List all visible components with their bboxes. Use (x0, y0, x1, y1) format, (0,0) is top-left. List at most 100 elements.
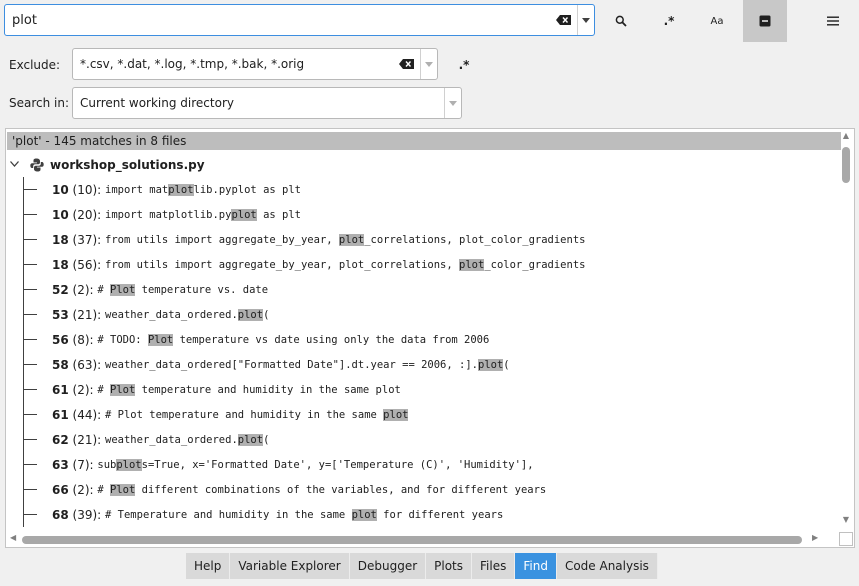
file-name: workshop_solutions.py (50, 158, 205, 172)
match-line-number: 18 (52, 232, 69, 247)
match-line-number: 68 (52, 507, 69, 522)
match-line-number: 10 (52, 182, 69, 197)
tab-find[interactable]: Find (515, 553, 557, 579)
chevron-down-icon[interactable] (10, 160, 24, 170)
match-code: weather_data_ordered.plot( (105, 308, 270, 321)
search-input[interactable]: plot (4, 4, 595, 36)
match-line-number: 56 (52, 332, 69, 347)
hamburger-menu-icon (827, 16, 839, 26)
match-code: weather_data_ordered["Formatted Date"].d… (105, 358, 510, 371)
search-button[interactable] (599, 0, 643, 42)
tree-branch (23, 389, 37, 390)
match-line-number: 52 (52, 282, 69, 297)
tab-variable-explorer[interactable]: Variable Explorer (230, 553, 350, 579)
match-code: from utils import aggregate_by_year, plo… (105, 233, 586, 246)
match-code: # TODO: Plot temperature vs date using o… (97, 333, 490, 346)
match-column: (56): (68, 257, 106, 272)
results-tree[interactable]: 'plot' - 145 matches in 8 files workshop… (5, 128, 855, 548)
match-code: from utils import aggregate_by_year, plo… (105, 258, 586, 271)
match-row[interactable]: 62 (21): weather_data_ordered.plot( (23, 427, 269, 452)
match-code: weather_data_ordered.plot( (105, 433, 270, 446)
scroll-down-arrow-icon[interactable]: ▼ (838, 515, 854, 524)
exclude-dropdown[interactable] (420, 49, 437, 79)
vertical-scroll-thumb[interactable] (842, 147, 850, 183)
match-line-number: 58 (52, 357, 69, 372)
tab-files[interactable]: Files (472, 553, 516, 579)
tab-code-analysis[interactable]: Code Analysis (556, 553, 658, 579)
tab-debugger[interactable]: Debugger (349, 553, 427, 579)
match-row[interactable]: 63 (7): subplots=True, x='Formatted Date… (23, 452, 534, 477)
search-history-dropdown[interactable] (577, 5, 594, 35)
match-line-number: 62 (52, 432, 69, 447)
match-row[interactable]: 18 (37): from utils import aggregate_by_… (23, 227, 585, 252)
match-row[interactable]: 53 (21): weather_data_ordered.plot( (23, 302, 269, 327)
match-row[interactable]: 18 (56): from utils import aggregate_by_… (23, 252, 585, 277)
match-line-number: 53 (52, 307, 69, 322)
match-column: (20): (68, 207, 106, 222)
match-row[interactable]: 56 (8): # TODO: Plot temperature vs date… (23, 327, 489, 352)
match-row[interactable]: 58 (63): weather_data_ordered["Formatted… (23, 352, 510, 377)
match-highlight: plot (231, 208, 257, 221)
scroll-right-arrow-icon[interactable]: ▶ (812, 533, 818, 542)
match-highlight: Plot (147, 333, 174, 346)
match-line-number: 10 (52, 207, 69, 222)
match-row[interactable]: 61 (44): # Plot temperature and humidity… (23, 402, 409, 427)
pane-tabs: Help Variable Explorer Debugger Plots Files F… (186, 553, 658, 579)
search-in-select[interactable]: Current working directory (72, 87, 462, 119)
match-line-number: 61 (52, 407, 69, 422)
scroll-up-arrow-icon[interactable]: ▲ (838, 131, 854, 140)
match-row[interactable]: 52 (2): # Plot temperature vs. date (23, 277, 268, 302)
hide-options-button[interactable] (743, 0, 787, 42)
exclude-input[interactable]: *.csv, *.dat, *.log, *.tmp, *.bak, *.ori… (72, 48, 438, 80)
match-highlight: Plot (110, 383, 136, 396)
match-highlight: Plot (110, 283, 136, 296)
tree-branch (23, 314, 37, 315)
exclude-label: Exclude: (9, 58, 61, 72)
case-sensitive-icon: Aa (710, 15, 724, 27)
search-in-label: Search in: (9, 96, 70, 110)
exclude-input-value: *.csv, *.dat, *.log, *.tmp, *.bak, *.ori… (80, 57, 305, 71)
match-column: (2): (68, 282, 98, 297)
match-column: (2): (68, 482, 98, 497)
match-code: # Temperature and humidity in the same p… (105, 508, 504, 521)
scroll-left-arrow-icon[interactable]: ◀ (10, 533, 16, 542)
horizontal-scroll-thumb[interactable] (22, 536, 802, 544)
tree-branch (23, 464, 37, 465)
match-column: (2): (68, 382, 98, 397)
match-highlight: plot (116, 458, 142, 471)
regex-toggle-button[interactable]: .* (647, 0, 691, 42)
match-row[interactable]: 10 (20): import matplotlib.pyplot as plt (23, 202, 301, 227)
match-highlight: plot (383, 408, 409, 421)
results-summary: 'plot' - 145 matches in 8 files (7, 132, 841, 150)
match-column: (10): (68, 182, 106, 197)
match-row[interactable]: 66 (2): # Plot different combinations of… (23, 477, 546, 502)
match-row[interactable]: 68 (39): # Temperature and humidity in t… (23, 502, 503, 527)
file-result-row[interactable]: workshop_solutions.py (10, 155, 205, 175)
match-column: (37): (68, 232, 106, 247)
horizontal-scrollbar[interactable]: ◀ ▶ (6, 533, 836, 547)
match-row[interactable]: 61 (2): # Plot temperature and humidity … (23, 377, 401, 402)
tree-branch (23, 214, 37, 215)
clear-search-icon[interactable] (556, 15, 572, 25)
match-code: # Plot different combinations of the var… (97, 483, 547, 496)
tree-branch (23, 414, 37, 415)
chevron-down-icon (582, 17, 590, 23)
tab-help[interactable]: Help (186, 553, 231, 579)
clear-exclude-icon[interactable] (399, 59, 415, 69)
vertical-scrollbar[interactable]: ▲ ▼ (838, 131, 854, 527)
case-sensitive-button[interactable]: Aa (695, 0, 739, 42)
match-highlight: plot (338, 233, 365, 246)
match-row[interactable]: 10 (10): import matplotlib.pyplot as plt (23, 177, 301, 202)
match-column: (8): (68, 332, 98, 347)
options-menu-button[interactable] (811, 0, 855, 42)
match-code: import matplotlib.pyplot as plt (105, 208, 302, 221)
tree-branch (23, 289, 37, 290)
regex-icon: .* (458, 58, 470, 72)
tree-branch (23, 439, 37, 440)
exclude-regex-button[interactable]: .* (452, 56, 476, 74)
search-in-dropdown[interactable] (444, 88, 461, 118)
match-code: import matplotlib.pyplot as plt (105, 183, 301, 196)
chevron-down-icon (449, 100, 457, 106)
match-highlight: plot (237, 308, 264, 321)
tab-plots[interactable]: Plots (426, 553, 473, 579)
